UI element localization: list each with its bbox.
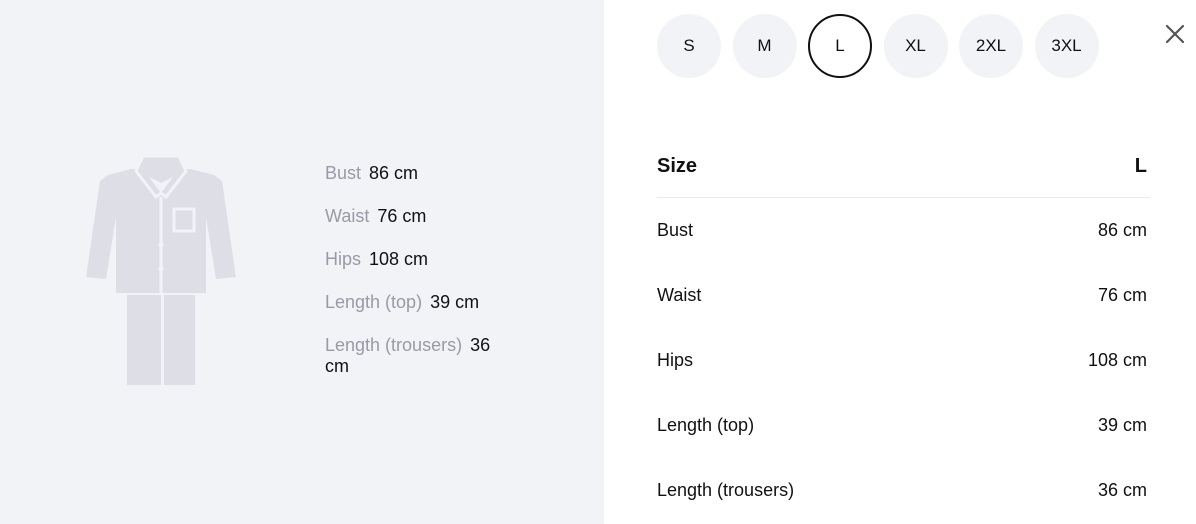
size-option-2xl[interactable]: 2XL [959,14,1023,78]
size-option-m[interactable]: M [732,14,797,78]
pajama-set-icon [86,155,236,385]
size-option-s[interactable]: S [657,14,721,78]
size-option-l[interactable]: L [808,14,872,78]
measurement-panel: Bust 86 cm Waist 76 cm Hips 108 cm Length (… [0,0,604,524]
measurement-length-top: Length (top) 39 cm [325,292,565,313]
row-value: 76 cm [1097,285,1147,305]
close-button[interactable] [1161,20,1189,48]
size-guide-dialog: Bust 86 cm Waist 76 cm Hips 108 cm Length (… [0,0,1196,524]
table-row: Waist 76 cm [657,263,1150,328]
row-label: Waist [657,285,702,305]
row-value: 108 cm [1087,350,1147,370]
row-label: Length (trousers) [657,480,795,500]
size-option-xl[interactable]: XL [883,14,948,78]
measurement-list: Bust 86 cm Waist 76 cm Hips 108 cm Length (… [325,163,565,399]
measurement-value: 39 cm [430,292,480,312]
measurement-value: 108 cm [369,249,429,269]
table-row: Hips 108 cm [657,328,1150,393]
row-value: 86 cm [1097,220,1147,240]
table-row: Bust 86 cm [657,198,1150,263]
row-label: Length (top) [657,415,755,435]
measurement-label: Length (trousers) [325,335,463,355]
table-row: Length (trousers) 36 cm [657,458,1150,523]
size-table-header: Size L [657,135,1150,198]
measurement-label: Waist [325,206,370,226]
row-label: Bust [657,220,694,240]
row-label: Hips [657,350,694,370]
size-option-3xl[interactable]: 3XL [1034,14,1099,78]
size-selector: S M L XL 2XL 3XL [657,14,1110,80]
size-header-label: Size [657,154,698,177]
row-value: 39 cm [1097,415,1147,435]
row-value: 36 cm [1097,480,1147,500]
measurement-label: Length (top) [325,292,423,312]
measurement-hips: Hips 108 cm [325,249,565,270]
table-row: Length (top) 39 cm [657,393,1150,458]
measurement-value: 86 cm [369,163,419,183]
size-table: Size L Bust 86 cm Waist 76 cm Hips 108 c… [657,135,1150,523]
measurement-label: Bust [325,163,362,183]
size-header-value: L [1134,154,1147,177]
measurement-label: Hips [325,249,362,269]
measurement-bust: Bust 86 cm [325,163,565,184]
measurement-length-trousers: Length (trousers) 36 cm [325,335,505,377]
close-icon [1165,24,1185,44]
measurement-waist: Waist 76 cm [325,206,565,227]
measurement-value: 76 cm [377,206,427,226]
